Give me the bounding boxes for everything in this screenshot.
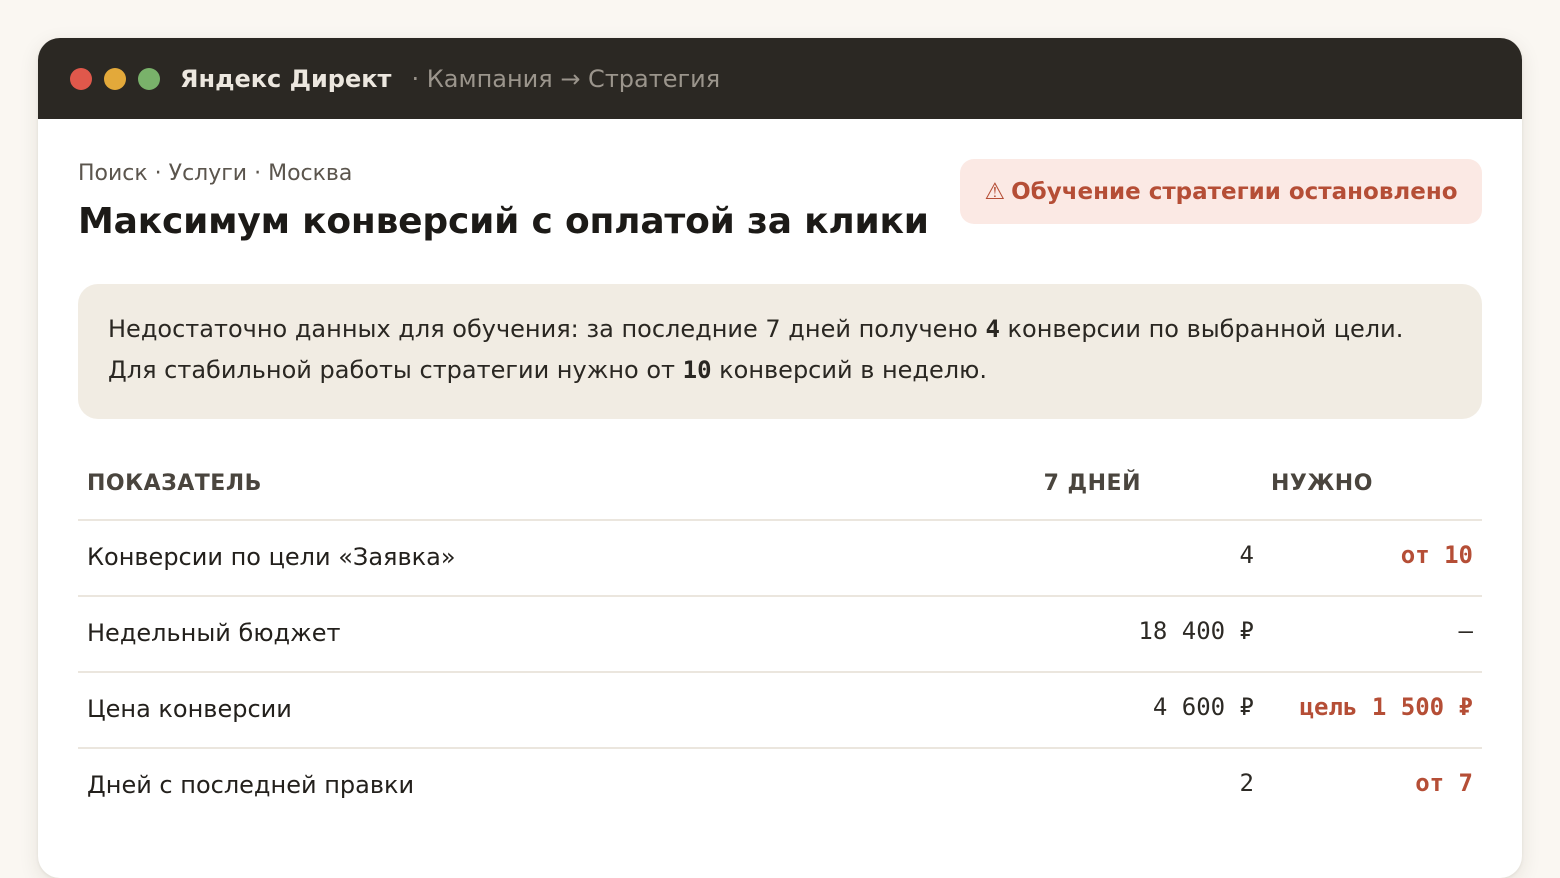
row-required: от 10 — [1400, 541, 1473, 569]
breadcrumb: · Кампания → Стратегия — [411, 64, 721, 93]
row-value: 4 600 ₽ — [1152, 693, 1254, 721]
row-label: Цена конверсии — [87, 695, 292, 723]
table-row: Дней с последней правки 2 от 7 — [78, 749, 1482, 825]
page-title: Максимум конверсий с оплатой за клики — [78, 201, 929, 242]
notice-box: Недостаточно данных для обучения: за пос… — [78, 284, 1482, 419]
notice-line-2: Для стабильной работы стратегии нужно от… — [108, 350, 1452, 391]
row-required: — — [1458, 617, 1473, 645]
column-header-need: НУЖНО — [1271, 471, 1373, 496]
notice-text: конверсии по выбранной цели. — [999, 315, 1404, 343]
row-value: 2 — [1239, 769, 1254, 797]
column-header-metric: ПОКАЗАТЕЛЬ — [87, 471, 262, 496]
row-required: цель 1 500 ₽ — [1299, 693, 1473, 721]
row-label: Конверсии по цели «Заявка» — [87, 543, 456, 571]
notice-line-1: Недостаточно данных для обучения: за пос… — [108, 309, 1452, 350]
row-value: 18 400 ₽ — [1138, 617, 1254, 645]
table-header: ПОКАЗАТЕЛЬ 7 ДНЕЙ НУЖНО — [78, 449, 1482, 521]
minimize-window-button[interactable] — [104, 67, 126, 90]
app-title: Яндекс Директ — [180, 64, 392, 93]
table-row: Конверсии по цели «Заявка» 4 от 10 — [78, 521, 1482, 597]
app-window: Яндекс Директ · Кампания → Стратегия Пои… — [38, 38, 1522, 878]
warning-icon: ⚠ — [984, 178, 1006, 205]
status-badge-label: Обучение стратегии остановлено — [1011, 178, 1458, 205]
row-required: от 7 — [1415, 769, 1473, 797]
notice-text: Недостаточно данных для обучения: за пос… — [108, 315, 986, 343]
close-window-button[interactable] — [70, 67, 92, 90]
table-row: Цена конверсии 4 600 ₽ цель 1 500 ₽ — [78, 673, 1482, 749]
row-label: Дней с последней правки — [87, 771, 415, 799]
status-badge: ⚠ Обучение стратегии остановлено — [960, 159, 1482, 224]
column-header-7-days: 7 ДНЕЙ — [1043, 471, 1141, 496]
notice-conversions-value: 4 — [985, 315, 1000, 343]
notice-text: Для стабильной работы стратегии нужно от — [108, 356, 683, 384]
table-row: Недельный бюджет 18 400 ₽ — — [78, 597, 1482, 673]
notice-text: конверсий в неделю. — [711, 356, 987, 384]
titlebar: Яндекс Директ · Кампания → Стратегия — [38, 38, 1522, 119]
row-label: Недельный бюджет — [87, 619, 341, 647]
campaign-subtitle: Поиск · Услуги · Москва — [78, 161, 353, 186]
row-value: 4 — [1239, 541, 1254, 569]
notice-required-value: 10 — [682, 356, 712, 384]
maximize-window-button[interactable] — [138, 67, 160, 90]
metrics-table: ПОКАЗАТЕЛЬ 7 ДНЕЙ НУЖНО Конверсии по цел… — [78, 449, 1482, 825]
